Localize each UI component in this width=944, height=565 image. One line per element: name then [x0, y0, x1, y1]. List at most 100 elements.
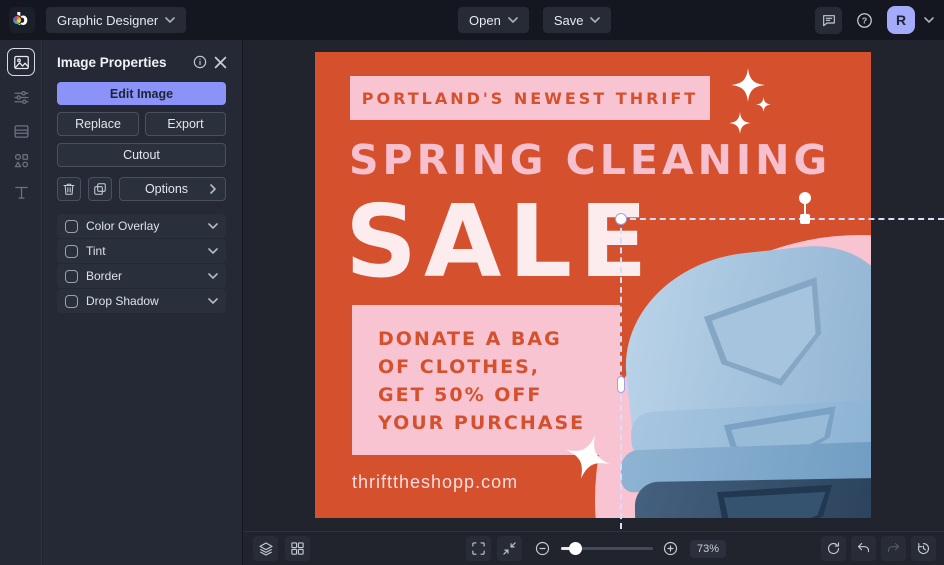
- rail-item-text[interactable]: [7, 178, 35, 206]
- jean-pocket: [699, 276, 844, 401]
- tint-checkbox[interactable]: [65, 244, 78, 258]
- sale-text[interactable]: SALE: [345, 192, 654, 292]
- shapes-icon: [14, 153, 28, 167]
- mode-selector-label: Graphic Designer: [57, 12, 159, 28]
- open-button[interactable]: Open: [458, 7, 529, 33]
- redo-button[interactable]: [881, 536, 906, 561]
- toggle-drop-shadow[interactable]: Drop Shadow: [57, 289, 226, 313]
- text-icon: [14, 186, 28, 199]
- layers-button[interactable]: [253, 536, 278, 561]
- tool-rail: [0, 40, 42, 565]
- options-button[interactable]: Options: [119, 177, 226, 201]
- bottom-toolbar: 73%: [243, 531, 944, 565]
- zoom-slider[interactable]: [561, 542, 653, 555]
- template-manager-button[interactable]: [285, 536, 310, 561]
- toggle-label: Drop Shadow: [86, 294, 159, 308]
- zoom-out-button[interactable]: [530, 536, 555, 561]
- duplicate-icon: [94, 183, 106, 195]
- chevron-down-icon: [924, 17, 934, 23]
- chevron-down-icon: [165, 17, 175, 23]
- zoom-slider-knob[interactable]: [569, 542, 582, 555]
- image-properties-panel: Image Properties Edit Image Replace Expo…: [43, 40, 243, 565]
- cutout-button[interactable]: Cutout: [57, 143, 226, 167]
- mode-selector[interactable]: Graphic Designer: [46, 7, 187, 33]
- zoom-in-button[interactable]: [658, 536, 683, 561]
- account-menu-chevron[interactable]: [924, 17, 934, 23]
- info-button[interactable]: [190, 52, 210, 72]
- selection-corner-handle[interactable]: [615, 213, 627, 225]
- toggle-label: Border: [86, 269, 123, 283]
- reset-button[interactable]: [821, 536, 846, 561]
- jeans-photo[interactable]: [614, 238, 871, 518]
- feedback-chat-button[interactable]: [815, 6, 842, 34]
- toggle-label: Color Overlay: [86, 219, 160, 233]
- selection-edge-left[interactable]: [620, 218, 622, 529]
- drop-shadow-checkbox[interactable]: [65, 294, 78, 308]
- export-button[interactable]: Export: [145, 112, 226, 136]
- fullscreen-button[interactable]: [466, 536, 491, 561]
- history-button[interactable]: [911, 536, 936, 561]
- rail-item-graphics[interactable]: [7, 146, 35, 174]
- rotation-handle[interactable]: [799, 192, 811, 204]
- banner-box[interactable]: PORTLAND'S NEWEST THRIFT: [350, 76, 710, 120]
- chat-icon: [822, 15, 835, 27]
- templates-icon: [13, 124, 29, 138]
- open-button-label: Open: [469, 12, 501, 28]
- rail-item-templates[interactable]: [7, 117, 35, 145]
- chevron-down-icon[interactable]: [208, 223, 218, 229]
- toggle-border[interactable]: Border: [57, 264, 226, 288]
- help-button[interactable]: ?: [851, 7, 878, 34]
- redo-icon: [887, 542, 900, 553]
- offer-text: DONATE A BAG OF CLOTHES, GET 50% OFF YOU…: [378, 328, 586, 435]
- layers-icon: [258, 541, 273, 556]
- sparkle-icon[interactable]: [729, 112, 751, 134]
- color-overlay-checkbox[interactable]: [65, 219, 78, 233]
- rail-item-customize[interactable]: [7, 83, 35, 111]
- fit-to-screen-button[interactable]: [497, 536, 522, 561]
- undo-button[interactable]: [851, 536, 876, 561]
- save-button[interactable]: Save: [542, 7, 612, 33]
- toggle-tint[interactable]: Tint: [57, 239, 226, 263]
- info-icon: [193, 55, 207, 69]
- headline-text[interactable]: SPRING CLEANING: [349, 140, 859, 181]
- undo-icon: [857, 542, 870, 553]
- befunky-logo-icon[interactable]: b: [9, 7, 35, 33]
- panel-title: Image Properties: [57, 54, 167, 70]
- expand-icon: [472, 542, 485, 555]
- sparkle-icon[interactable]: [756, 97, 771, 112]
- avatar-initial: R: [895, 12, 907, 28]
- banner-text: PORTLAND'S NEWEST THRIFT: [361, 88, 699, 108]
- chevron-down-icon[interactable]: [208, 273, 218, 279]
- toggle-label: Tint: [86, 244, 106, 258]
- duplicate-button[interactable]: [88, 177, 112, 201]
- history-icon: [917, 542, 930, 555]
- border-checkbox[interactable]: [65, 269, 78, 283]
- rail-item-image-manager[interactable]: [7, 48, 35, 76]
- adjustments-icon: [13, 90, 29, 104]
- fit-screen-icon: [503, 542, 516, 555]
- chevron-down-icon[interactable]: [208, 298, 218, 304]
- trash-icon: [63, 183, 75, 195]
- toggle-color-overlay[interactable]: Color Overlay: [57, 214, 226, 238]
- zoom-in-icon: [663, 541, 678, 556]
- delete-button[interactable]: [57, 177, 81, 201]
- design-canvas[interactable]: PORTLAND'S NEWEST THRIFT SPRING CLEANING…: [315, 52, 871, 518]
- avatar[interactable]: R: [887, 6, 915, 34]
- website-text[interactable]: thrifttheshopp.com: [352, 472, 518, 493]
- chevron-down-icon[interactable]: [208, 248, 218, 254]
- account-actions: ? R: [815, 6, 934, 34]
- selection-edge-top[interactable]: [620, 218, 944, 220]
- close-panel-button[interactable]: [210, 52, 230, 72]
- chevron-down-icon: [508, 17, 518, 23]
- image-icon: [13, 55, 29, 69]
- reset-icon: [827, 542, 840, 555]
- app-root: b Graphic Designer Open Save ?: [0, 0, 944, 565]
- canvas-area: PORTLAND'S NEWEST THRIFT SPRING CLEANING…: [243, 40, 944, 531]
- help-icon: ?: [857, 12, 872, 28]
- edit-image-button[interactable]: Edit Image: [57, 82, 226, 105]
- replace-button[interactable]: Replace: [57, 112, 139, 136]
- selection-topmid-handle[interactable]: [800, 214, 810, 224]
- panel-header: Image Properties: [57, 52, 230, 72]
- selection-midleft-handle[interactable]: [617, 376, 625, 393]
- chevron-right-icon: [210, 184, 216, 194]
